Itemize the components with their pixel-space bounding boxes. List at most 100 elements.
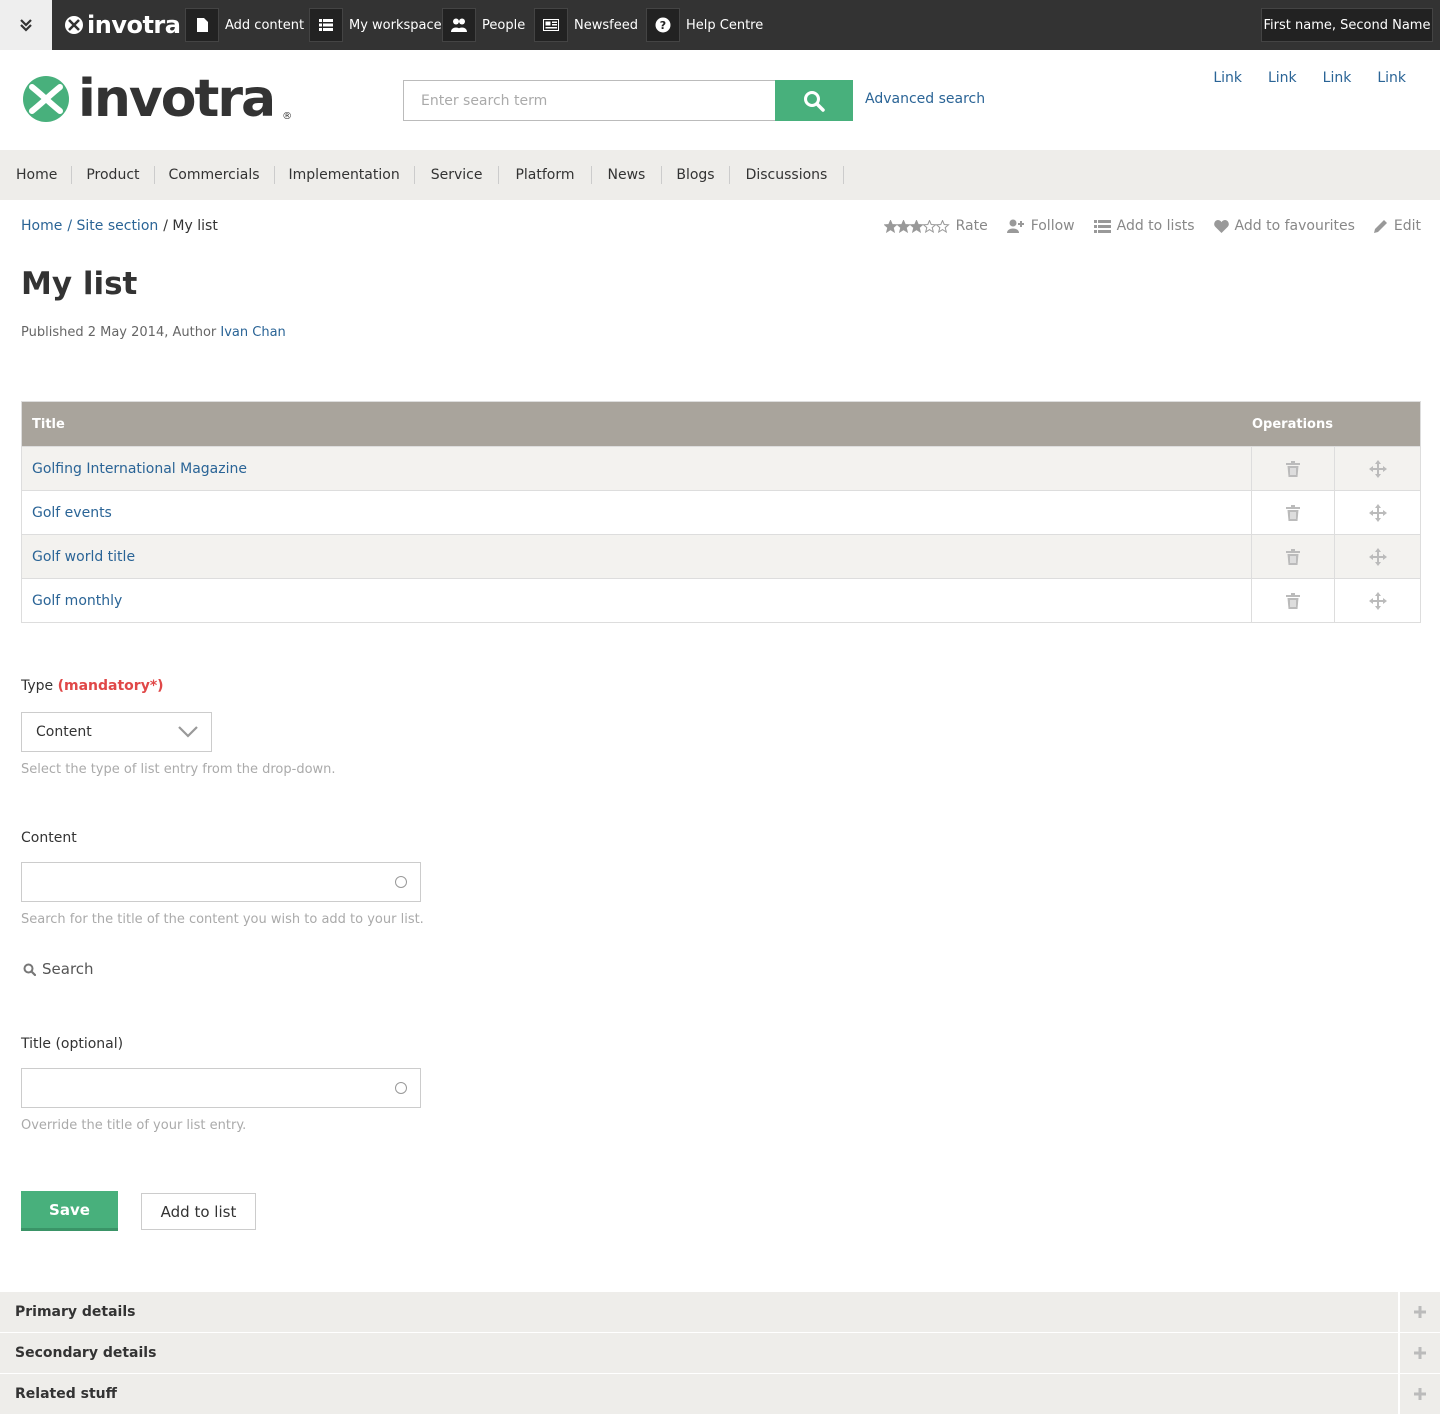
invotra-logo-icon (65, 16, 83, 34)
help-icon: ? (646, 8, 680, 42)
search-input[interactable] (403, 80, 776, 121)
delete-button[interactable] (1251, 447, 1334, 490)
toolbar-brand-text: invotra (87, 11, 181, 39)
column-header-title: Title (32, 416, 65, 432)
search-button[interactable] (775, 80, 853, 121)
nav-item-home[interactable]: Home (2, 166, 73, 184)
type-help-text: Select the type of list entry from the d… (21, 762, 336, 777)
toolbar-help-centre-label: Help Centre (686, 17, 764, 33)
svg-text:?: ? (660, 19, 666, 32)
trash-icon (1286, 504, 1300, 521)
trash-icon (1286, 592, 1300, 609)
header-link-2[interactable]: Link (1268, 70, 1297, 86)
row-title-cell: Golf events (22, 491, 1251, 534)
search-icon (23, 963, 36, 976)
site-logo[interactable]: invotra ® (22, 73, 293, 125)
row-title-link[interactable]: Golf world title (32, 549, 135, 565)
page-title: My list (21, 266, 138, 302)
toolbar-people-label: People (482, 17, 526, 33)
add-to-lists-action[interactable]: Add to lists (1093, 218, 1195, 234)
accordion-related-stuff[interactable]: Related stuff (0, 1374, 1440, 1414)
add-to-list-button[interactable]: Add to list (141, 1193, 256, 1230)
edit-action[interactable]: Edit (1373, 218, 1421, 234)
toolbar-toggle-button[interactable] (0, 0, 52, 50)
registered-mark: ® (282, 110, 293, 122)
table-row: Golf events (22, 490, 1420, 534)
row-title-link[interactable]: Golf events (32, 505, 112, 521)
toolbar-newsfeed[interactable]: Newsfeed (534, 8, 638, 42)
follow-label: Follow (1030, 218, 1075, 234)
toolbar-my-workspace-label: My workspace (349, 17, 442, 33)
type-label-text: Type (21, 678, 54, 694)
delete-button[interactable] (1251, 535, 1334, 578)
toolbar-newsfeed-label: Newsfeed (574, 17, 638, 33)
invotra-logo-icon (23, 76, 69, 122)
rate-action[interactable]: Rate (883, 218, 988, 234)
nav-item-commercials[interactable]: Commercials (155, 166, 275, 184)
trash-icon (1286, 460, 1300, 477)
delete-button[interactable] (1251, 491, 1334, 534)
type-select[interactable]: Content (21, 712, 212, 752)
star-empty (921, 219, 937, 233)
title-optional-label: Title (optional) (21, 1036, 124, 1052)
author-link[interactable]: Ivan Chan (220, 325, 285, 340)
drag-handle[interactable] (1334, 535, 1420, 578)
published-text: Published 2 May 2014, Author (21, 325, 217, 340)
delete-button[interactable] (1251, 579, 1334, 622)
table-row: Golfing International Magazine (22, 446, 1420, 490)
drag-handle[interactable] (1334, 579, 1420, 622)
plus-icon (1398, 1374, 1440, 1414)
nav-item-discussions[interactable]: Discussions (730, 166, 845, 184)
drag-handle[interactable] (1334, 447, 1420, 490)
main-navigation: Home Product Commercials Implementation … (0, 150, 1440, 200)
admin-toolbar: invotra Add content My workspace People … (0, 0, 1440, 50)
add-to-favourites-action[interactable]: Add to favourites (1213, 218, 1355, 234)
nav-item-platform[interactable]: Platform (499, 166, 592, 184)
type-select-value: Content (36, 724, 92, 740)
page-actions: Rate Follow Add to lists Add to favourit… (883, 218, 1421, 234)
nav-item-implementation[interactable]: Implementation (275, 166, 415, 184)
toolbar-people[interactable]: People (442, 8, 526, 42)
nav-item-news[interactable]: News (592, 166, 663, 184)
header-link-1[interactable]: Link (1213, 70, 1242, 86)
toolbar-add-content-label: Add content (225, 17, 305, 33)
save-button[interactable]: Save (21, 1191, 118, 1231)
nav-item-blogs[interactable]: Blogs (662, 166, 730, 184)
accordion-secondary-details[interactable]: Secondary details (0, 1333, 1440, 1373)
list-icon (309, 8, 343, 42)
toolbar-my-workspace[interactable]: My workspace (309, 8, 442, 42)
content-autocomplete-input[interactable] (21, 862, 421, 902)
publish-meta: Published 2 May 2014, Author Ivan Chan (21, 325, 286, 340)
advanced-search-link[interactable]: Advanced search (865, 91, 985, 107)
row-title-cell: Golf world title (22, 535, 1251, 578)
row-title-link[interactable]: Golf monthly (32, 593, 122, 609)
header-links: Link Link Link Link (1213, 70, 1406, 86)
star-empty (934, 219, 950, 233)
nav-item-product[interactable]: Product (72, 166, 155, 184)
title-input[interactable] (21, 1068, 421, 1108)
accordion-label: Related stuff (15, 1386, 117, 1402)
star-filled (908, 219, 924, 233)
accordion-primary-details[interactable]: Primary details (0, 1292, 1440, 1332)
content-search-button[interactable]: Search (23, 960, 94, 978)
breadcrumb-site-section[interactable]: / Site section (67, 218, 158, 234)
row-title-link[interactable]: Golfing International Magazine (32, 461, 247, 477)
drag-handle[interactable] (1334, 491, 1420, 534)
toolbar-add-content[interactable]: Add content (185, 8, 305, 42)
move-icon (1368, 503, 1387, 522)
follow-action[interactable]: Follow (1006, 218, 1075, 234)
header-link-3[interactable]: Link (1323, 70, 1352, 86)
accordion-label: Secondary details (15, 1345, 157, 1361)
row-title-cell: Golf monthly (22, 579, 1251, 622)
breadcrumb-home[interactable]: Home (21, 218, 62, 234)
star-filled (895, 219, 911, 233)
rate-label: Rate (955, 218, 988, 234)
newspaper-icon (534, 8, 568, 42)
toolbar-brand[interactable]: invotra (64, 11, 181, 39)
header-link-4[interactable]: Link (1377, 70, 1406, 86)
follow-user-icon (1006, 219, 1024, 233)
toolbar-help-centre[interactable]: ? Help Centre (646, 8, 764, 42)
heart-icon (1213, 219, 1229, 233)
nav-item-service[interactable]: Service (415, 166, 500, 184)
user-menu-button[interactable]: First name, Second Name (1261, 8, 1433, 42)
